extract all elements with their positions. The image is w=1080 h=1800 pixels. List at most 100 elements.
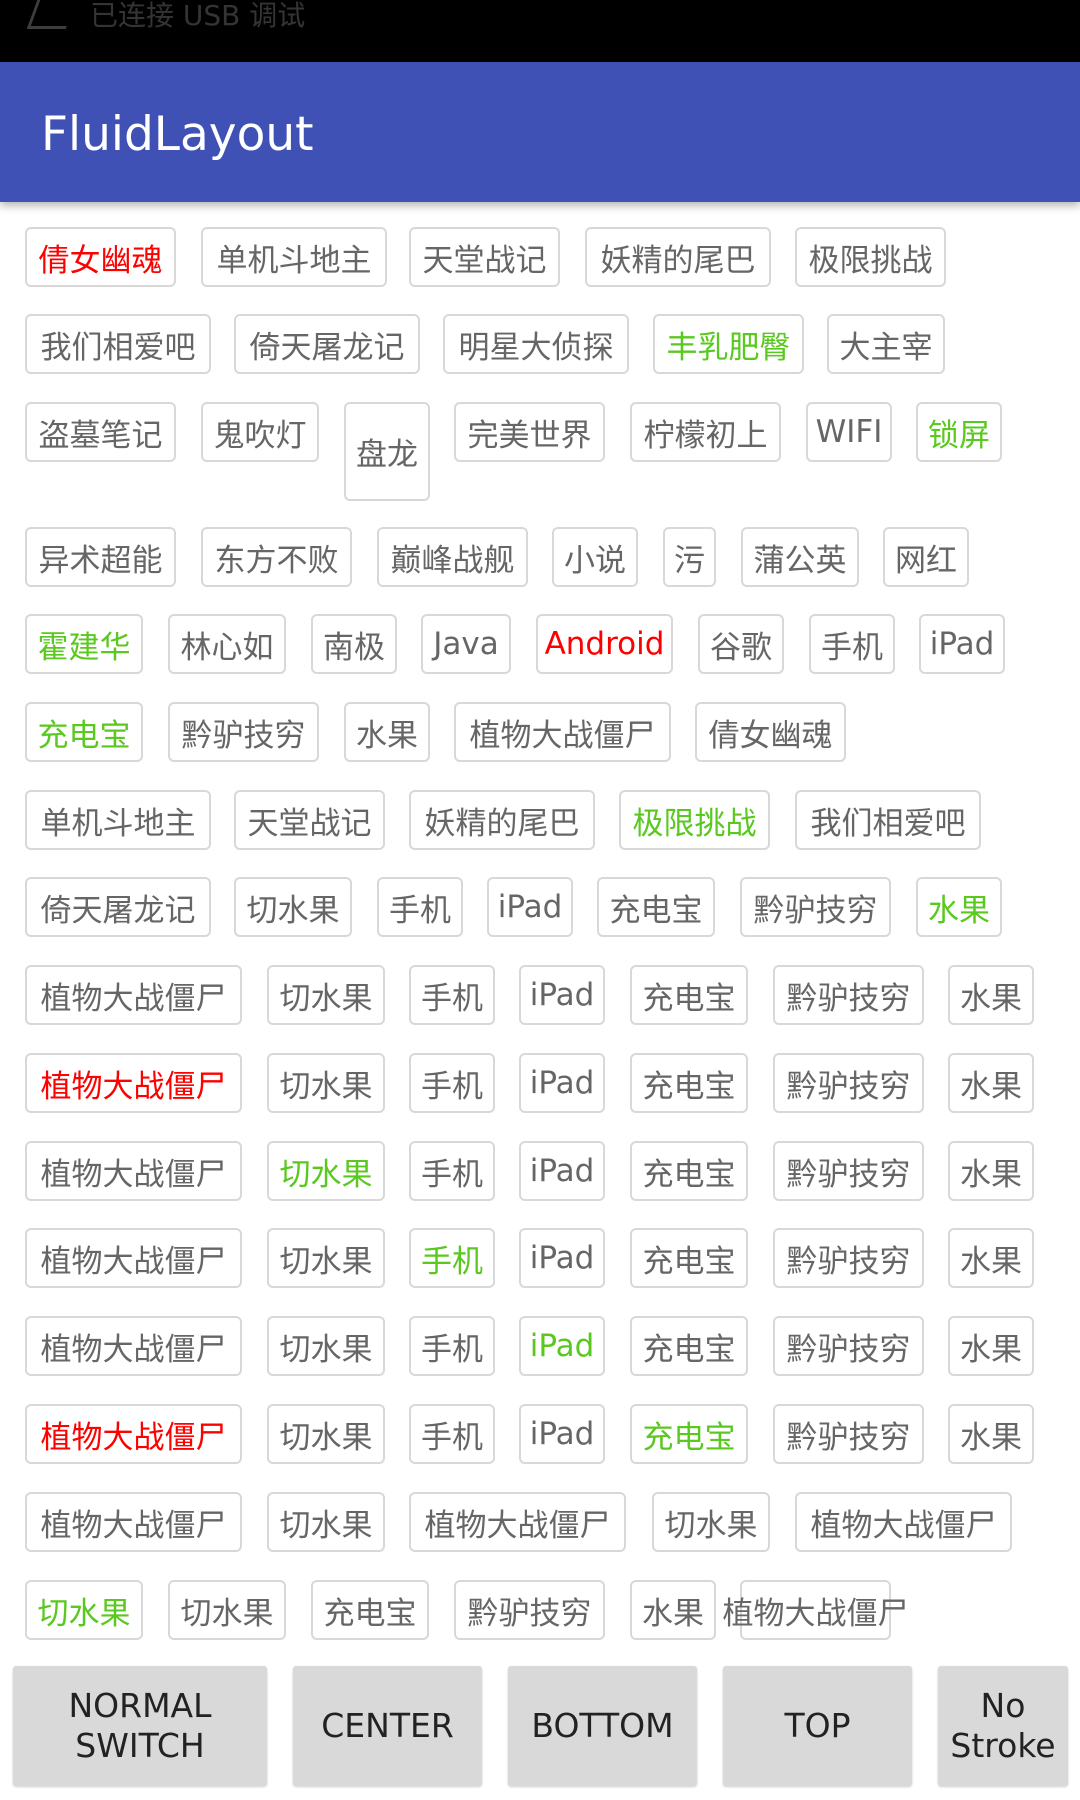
- tag-item[interactable]: iPad: [519, 1053, 605, 1113]
- tag-item[interactable]: 小说: [552, 527, 638, 587]
- tag-item[interactable]: 倩女幽魂: [25, 227, 176, 287]
- tag-item[interactable]: 单机斗地主: [25, 790, 211, 850]
- tag-item[interactable]: 充电宝: [597, 877, 715, 937]
- tag-item[interactable]: 林心如: [168, 614, 286, 674]
- tag-item[interactable]: 手机: [409, 1053, 495, 1113]
- tag-item[interactable]: 植物大战僵尸: [25, 1316, 242, 1376]
- tag-item[interactable]: 水果: [948, 1141, 1034, 1201]
- tag-item[interactable]: 完美世界: [454, 402, 605, 462]
- tag-item[interactable]: 蒲公英: [741, 527, 859, 587]
- tag-item[interactable]: 单机斗地主: [201, 227, 387, 287]
- tag-item[interactable]: WIFI: [806, 402, 892, 462]
- tag-item[interactable]: 手机: [409, 965, 495, 1025]
- tag-item[interactable]: 切水果: [267, 1316, 385, 1376]
- tag-item[interactable]: 植物大战僵尸: [454, 702, 671, 762]
- tag-item[interactable]: 植物大战僵尸: [723, 1580, 909, 1640]
- tag-item[interactable]: 手机: [409, 1404, 495, 1464]
- tag-item[interactable]: 水果: [948, 1228, 1034, 1288]
- tag-item[interactable]: 南极: [311, 614, 397, 674]
- tag-item[interactable]: 充电宝: [311, 1580, 429, 1640]
- tag-item[interactable]: 东方不败: [201, 527, 352, 587]
- tag-item[interactable]: 黔驴技穷: [773, 1228, 924, 1288]
- tag-item[interactable]: 充电宝: [630, 1053, 748, 1113]
- tag-item[interactable]: 天堂战记: [234, 790, 385, 850]
- tag-item[interactable]: 水果: [630, 1580, 716, 1640]
- tag-item[interactable]: 我们相爱吧: [795, 790, 981, 850]
- tag-item[interactable]: 充电宝: [630, 1404, 748, 1464]
- tag-item[interactable]: 黔驴技穷: [454, 1580, 605, 1640]
- tag-item[interactable]: 我们相爱吧: [25, 314, 211, 374]
- tag-item[interactable]: 霍建华: [25, 614, 143, 674]
- tag-item[interactable]: 水果: [948, 1316, 1034, 1376]
- tag-item[interactable]: 谷歌: [698, 614, 784, 674]
- tag-item[interactable]: 网红: [883, 527, 969, 587]
- bottom-button[interactable]: BOTTOM: [508, 1666, 697, 1786]
- tag-item[interactable]: 植物大战僵尸: [25, 1492, 242, 1552]
- tag-item[interactable]: iPad: [519, 1404, 605, 1464]
- tag-item[interactable]: 切水果: [267, 1228, 385, 1288]
- tag-item[interactable]: 水果: [344, 702, 430, 762]
- tag-item[interactable]: 黔驴技穷: [773, 1141, 924, 1201]
- tag-item[interactable]: 植物大战僵尸: [25, 1228, 242, 1288]
- no-stroke-button[interactable]: No Stroke: [938, 1666, 1068, 1786]
- tag-item[interactable]: iPad: [519, 1141, 605, 1201]
- tag-item[interactable]: 盘龙: [344, 402, 430, 501]
- tag-item[interactable]: Java: [421, 614, 511, 674]
- tag-item[interactable]: iPad: [519, 1316, 605, 1376]
- tag-item[interactable]: iPad: [919, 614, 1005, 674]
- tag-item[interactable]: 妖精的尾巴: [409, 790, 595, 850]
- tag-item[interactable]: 天堂战记: [409, 227, 560, 287]
- tag-item[interactable]: 切水果: [267, 1141, 385, 1201]
- tag-item[interactable]: 柠檬初上: [630, 402, 781, 462]
- tag-item[interactable]: 妖精的尾巴: [585, 227, 771, 287]
- tag-item[interactable]: iPad: [519, 965, 605, 1025]
- tag-item[interactable]: iPad: [487, 877, 573, 937]
- tag-item[interactable]: 切水果: [25, 1580, 143, 1640]
- tag-item[interactable]: 大主宰: [827, 314, 945, 374]
- tag-item[interactable]: 极限挑战: [795, 227, 946, 287]
- tag-item[interactable]: 充电宝: [630, 1228, 748, 1288]
- tag-item[interactable]: 手机: [409, 1141, 495, 1201]
- tag-item[interactable]: 植物大战僵尸: [25, 1053, 242, 1113]
- tag-item[interactable]: 植物大战僵尸: [795, 1492, 1012, 1552]
- tag-item[interactable]: 充电宝: [630, 965, 748, 1025]
- tag-item[interactable]: 切水果: [267, 965, 385, 1025]
- tag-item[interactable]: 切水果: [267, 1492, 385, 1552]
- tag-item[interactable]: 巅峰战舰: [377, 527, 528, 587]
- tag-item[interactable]: 黔驴技穷: [773, 965, 924, 1025]
- tag-item[interactable]: 手机: [809, 614, 895, 674]
- tag-item[interactable]: 手机: [409, 1228, 495, 1288]
- tag-item[interactable]: 异术超能: [25, 527, 176, 587]
- tag-item[interactable]: 切水果: [168, 1580, 286, 1640]
- tag-item[interactable]: 黔驴技穷: [773, 1053, 924, 1113]
- tag-item[interactable]: Android: [536, 614, 673, 674]
- tag-item[interactable]: 充电宝: [630, 1141, 748, 1201]
- normal-switch-button[interactable]: NORMAL SWITCH: [13, 1666, 267, 1786]
- tag-item[interactable]: 植物大战僵尸: [409, 1492, 626, 1552]
- tag-item[interactable]: 水果: [948, 1053, 1034, 1113]
- tag-item[interactable]: 黔驴技穷: [773, 1404, 924, 1464]
- tag-item[interactable]: 手机: [377, 877, 463, 937]
- tag-item[interactable]: 水果: [916, 877, 1002, 937]
- tag-item[interactable]: 锁屏: [916, 402, 1002, 462]
- tag-item[interactable]: 切水果: [267, 1053, 385, 1113]
- tag-item[interactable]: 切水果: [234, 877, 352, 937]
- tag-item[interactable]: 黔驴技穷: [740, 877, 891, 937]
- tag-item[interactable]: 倩女幽魂: [695, 702, 846, 762]
- tag-item[interactable]: 充电宝: [25, 702, 143, 762]
- tag-item[interactable]: 污: [663, 527, 716, 587]
- center-button[interactable]: CENTER: [293, 1666, 482, 1786]
- tag-item[interactable]: 手机: [409, 1316, 495, 1376]
- tag-item[interactable]: 倚天屠龙记: [25, 877, 211, 937]
- tag-item[interactable]: 水果: [948, 1404, 1034, 1464]
- tag-item[interactable]: 黔驴技穷: [168, 702, 319, 762]
- tag-item[interactable]: 倚天屠龙记: [234, 314, 420, 374]
- tag-item[interactable]: 明星大侦探: [443, 314, 629, 374]
- tag-item[interactable]: 水果: [948, 965, 1034, 1025]
- tag-item[interactable]: 丰乳肥臀: [653, 314, 804, 374]
- tag-item[interactable]: 植物大战僵尸: [25, 965, 242, 1025]
- tag-item[interactable]: 植物大战僵尸: [25, 1141, 242, 1201]
- tag-item[interactable]: 充电宝: [630, 1316, 748, 1376]
- tag-item[interactable]: 极限挑战: [619, 790, 770, 850]
- tag-item[interactable]: 黔驴技穷: [773, 1316, 924, 1376]
